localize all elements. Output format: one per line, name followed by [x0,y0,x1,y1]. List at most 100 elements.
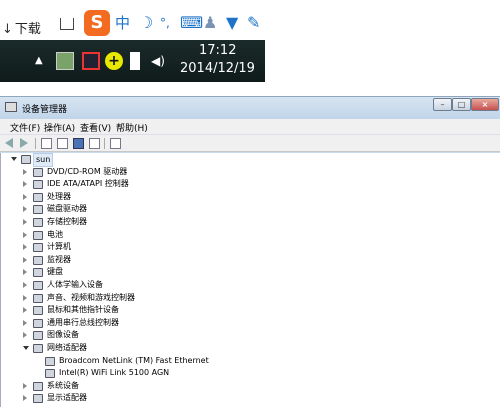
show-hide-console-tree-button[interactable] [41,138,52,149]
computer-icon [21,155,31,164]
device-tree[interactable]: sun DVD/CD-ROM 驱动器 IDE ATA/ATAPI 控制器 处理器 磁盘… [0,153,500,407]
device-manager-window: 设备管理器 – □ × 文件(F) 操作(A) 查看(V) 帮助(H) sun … [0,96,500,407]
ime-handle-icon[interactable] [60,18,74,30]
toolbar-divider [104,138,105,149]
expand-icon[interactable] [23,395,27,402]
plus-icon[interactable]: + [105,52,123,70]
network-warning-icon[interactable] [82,52,100,70]
moon-icon[interactable]: ☽ [139,13,153,33]
tree-item-label: 键盘 [47,267,63,277]
tree-item-label: DVD/CD-ROM 驱动器 [47,166,128,176]
expand-icon[interactable] [23,181,27,188]
export-list-button[interactable] [89,138,100,149]
tree-item-label: 鼠标和其他指针设备 [47,305,119,315]
ide-icon [33,180,43,190]
window-title: 设备管理器 [22,105,68,115]
system-icon [33,381,43,391]
disk-icon [33,205,43,215]
expand-icon[interactable] [23,206,27,213]
ime-toolbar: S 中 ☽ °, ⌨ ♟ ▼ ✎ [54,8,265,38]
expand-icon[interactable] [23,269,27,276]
monitor-icon [33,255,43,265]
shirt-icon[interactable]: ▼ [226,13,238,33]
expand-icon[interactable] [23,382,27,389]
network-icon [33,344,43,353]
menu-view[interactable]: 查看(V) [80,121,111,134]
sogou-logo[interactable]: S [84,10,110,36]
wrench-icon[interactable]: ✎ [247,13,260,33]
tree-item-label: 网络适配器 [47,343,87,352]
tree-item-label: 存储控制器 [47,217,87,226]
hid-icon [33,281,43,290]
forward-button[interactable] [20,138,28,148]
expand-icon[interactable] [23,319,27,326]
device-icon[interactable] [130,52,140,70]
menu-help[interactable]: 帮助(H) [116,121,148,134]
cpu-icon [33,192,43,202]
expand-icon[interactable] [23,193,27,200]
expand-icon[interactable] [23,219,27,225]
keyboard-icon [33,268,43,278]
tree-item-label: 显示适配器 [47,393,87,403]
ime-mode-toggle[interactable]: 中 [115,13,130,33]
tree-item-label: 系统设备 [47,380,79,390]
keyboard-icon[interactable]: ⌨ [180,13,203,33]
expand-icon[interactable] [23,244,27,251]
back-button[interactable] [5,138,13,148]
expand-icon[interactable] [23,231,27,238]
download-label: 下载 [14,22,41,37]
menu-bar: 文件(F) 操作(A) 查看(V) 帮助(H) [0,119,500,135]
collapse-icon[interactable] [11,157,17,161]
tree-item-label: IDE ATA/ATAPI 控制器 [47,179,129,189]
device-manager-icon [5,102,17,112]
download-button[interactable]: ↓ 下载 [2,18,41,37]
tree-item-label: 电池 [47,229,63,239]
network-adapter-icon [45,369,55,379]
tree-item-label: Broadcom NetLink (TM) Fast Ethernet [59,355,209,365]
minimize-button[interactable]: – [433,98,452,111]
tree-item-label: 磁盘驱动器 [47,204,87,214]
maximize-button[interactable]: □ [452,98,471,111]
close-button[interactable]: × [471,98,499,111]
expand-icon[interactable] [23,282,27,288]
menu-action[interactable]: 操作(A) [44,121,75,134]
toolbar-divider [35,138,36,149]
collapse-icon[interactable] [23,346,29,350]
show-hidden-icons-arrow[interactable]: ▲ [35,52,53,70]
sound-icon [33,293,43,303]
camera-icon [33,331,43,341]
clock-date[interactable]: 2014/12/19 [180,61,255,76]
down-arrow-icon: ↓ [2,22,13,37]
expand-icon[interactable] [23,168,27,175]
network-adapter-icon [45,356,55,366]
expand-icon[interactable] [23,256,27,263]
expand-icon[interactable] [23,294,27,301]
expand-icon[interactable] [23,332,27,339]
display-icon [33,394,43,404]
tree-item-label: 人体学输入设备 [47,280,103,289]
toolbar [0,135,500,152]
tree-item-label: 通用串行总线控制器 [47,317,119,327]
clock-time[interactable]: 17:12 [199,43,236,58]
help-button[interactable] [73,138,84,149]
storage-icon [33,218,43,227]
usb-icon [33,318,43,328]
battery-icon [33,230,43,240]
title-bar[interactable]: 设备管理器 – □ × [0,97,500,119]
computer-icon [33,243,43,253]
tree-item-label: Intel(R) WiFi Link 5100 AGN [59,368,170,378]
volume-icon[interactable]: ◀) [151,52,169,70]
app-tray-icon[interactable] [56,52,74,70]
expand-icon[interactable] [23,307,27,314]
tree-item-label: 声音、视频和游戏控制器 [47,292,135,302]
punctuation-icon[interactable]: °, [160,13,170,33]
tree-item-label: 监视器 [47,254,71,264]
dvd-icon [33,167,43,177]
scan-hardware-button[interactable] [110,138,121,149]
mouse-icon [33,306,43,316]
tree-item-label: 图像设备 [47,330,79,340]
properties-button[interactable] [57,138,68,149]
menu-file[interactable]: 文件(F) [10,121,40,134]
user-icon[interactable]: ♟ [203,13,217,33]
tree-item-label: 计算机 [47,242,71,252]
